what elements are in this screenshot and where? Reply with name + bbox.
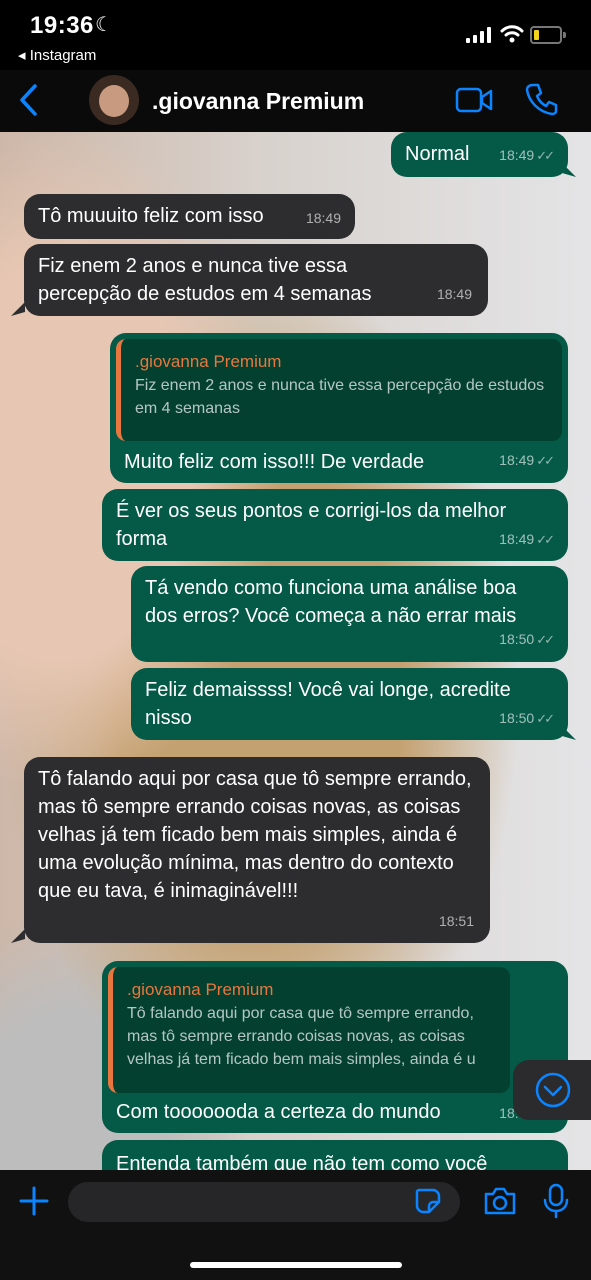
bubble-tail	[11, 302, 25, 316]
status-time: 19:36	[30, 12, 94, 39]
message-time: 18:49	[436, 286, 472, 302]
read-checkmarks-icon: ✓✓	[536, 711, 555, 726]
message-outgoing[interactable]: Entenda também que não tem como você	[102, 1140, 568, 1170]
quoted-message[interactable]: .giovanna Premium Fiz enem 2 anos e nunc…	[116, 339, 562, 441]
message-text: Muito feliz com isso!!! De verdade	[124, 451, 425, 473]
back-to-app-link[interactable]: ◂ Instagram	[18, 46, 96, 64]
message-outgoing-reply[interactable]: .giovanna Premium Tô falando aqui por ca…	[102, 961, 568, 1133]
quoted-author: .giovanna Premium	[135, 352, 282, 371]
read-checkmarks-icon: ✓✓	[536, 453, 555, 468]
message-text: É ver os seus pontos e corrigi-los da me…	[116, 500, 507, 550]
message-time: 18:50	[499, 710, 535, 726]
message-incoming[interactable]: Fiz enem 2 anos e nunca tive essa percep…	[24, 244, 488, 316]
message-outgoing[interactable]: Tá vendo como funciona uma análise boa d…	[131, 566, 568, 662]
chat-area[interactable]: Normal 18:49 ✓✓ Tô muuuito feliz com isso…	[0, 132, 591, 1170]
home-indicator[interactable]	[190, 1262, 402, 1268]
message-text: Tá vendo como funciona uma análise boa d…	[145, 577, 517, 627]
phone-icon[interactable]	[525, 82, 559, 116]
contact-avatar[interactable]	[89, 75, 139, 125]
message-outgoing-reply[interactable]: .giovanna Premium Fiz enem 2 anos e nunc…	[110, 333, 568, 483]
message-text: Entenda também que não tem como você	[116, 1153, 488, 1170]
message-time: 18:49	[499, 452, 535, 468]
wifi-icon	[500, 25, 524, 43]
message-outgoing[interactable]: É ver os seus pontos e corrigi-los da me…	[102, 489, 568, 561]
cellular-signal-icon	[466, 27, 491, 43]
status-bar: 19:36 ☾ ◂ Instagram	[0, 0, 591, 70]
sticker-icon[interactable]	[415, 1188, 441, 1214]
quoted-text: Fiz enem 2 anos e nunca tive essa percep…	[135, 377, 545, 417]
quoted-message[interactable]: .giovanna Premium Tô falando aqui por ca…	[108, 967, 510, 1093]
quoted-text: Tô falando aqui por casa que tô sempre e…	[127, 1005, 476, 1068]
message-text: Tô muuuito feliz com isso	[38, 205, 264, 227]
message-time: 18:51	[438, 913, 474, 929]
camera-icon[interactable]	[483, 1186, 517, 1216]
message-text: Fiz enem 2 anos e nunca tive essa percep…	[38, 255, 372, 305]
battery-icon	[530, 26, 566, 44]
scroll-to-bottom-button[interactable]	[513, 1060, 591, 1120]
read-checkmarks-icon: ✓✓	[536, 632, 555, 647]
video-call-icon[interactable]	[455, 86, 493, 114]
message-outgoing[interactable]: Feliz demaissss! Você vai longe, acredit…	[131, 668, 568, 740]
chat-header: .giovanna Premium	[0, 70, 591, 132]
chevron-down-circle-icon	[535, 1072, 571, 1108]
read-checkmarks-icon: ✓✓	[536, 532, 555, 547]
message-text: Com tooooooda a certeza do mundo	[116, 1101, 441, 1123]
read-checkmarks-icon: ✓✓	[536, 148, 555, 163]
contact-name[interactable]: .giovanna Premium	[152, 88, 364, 115]
message-text: Feliz demaissss! Você vai longe, acredit…	[145, 679, 511, 729]
microphone-icon[interactable]	[543, 1183, 569, 1219]
message-text: Tô falando aqui por casa que tô sempre e…	[38, 768, 472, 902]
message-time: 18:49	[499, 147, 535, 163]
bubble-tail	[562, 726, 576, 740]
message-incoming[interactable]: Tô muuuito feliz com isso 18:49	[24, 194, 355, 239]
quoted-author: .giovanna Premium	[127, 980, 274, 999]
message-time: 18:49	[499, 531, 535, 547]
bubble-tail	[562, 163, 576, 177]
chevron-left-icon[interactable]	[16, 82, 42, 118]
message-outgoing[interactable]: Normal 18:49 ✓✓	[391, 132, 568, 177]
message-input[interactable]	[68, 1182, 460, 1222]
message-time: 18:50	[499, 631, 535, 647]
message-incoming[interactable]: Tô falando aqui por casa que tô sempre e…	[24, 757, 490, 943]
message-composer	[0, 1170, 591, 1280]
bubble-tail	[11, 929, 25, 943]
plus-icon[interactable]	[17, 1184, 51, 1218]
moon-icon: ☾	[95, 14, 113, 36]
message-time: 18:49	[305, 210, 341, 226]
